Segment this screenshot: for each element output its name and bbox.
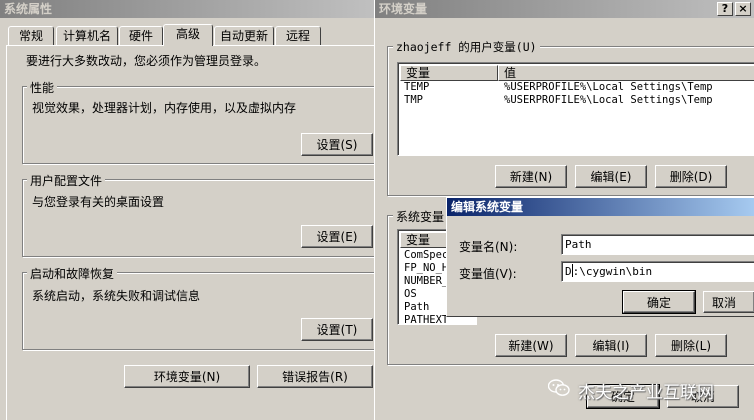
column-header-value[interactable]: 值: [498, 65, 754, 81]
performance-settings-button[interactable]: 设置(S): [301, 133, 373, 156]
environment-variables-title: 环境变量: [379, 2, 428, 16]
tab-computer-name[interactable]: 计算机名: [56, 26, 118, 46]
variable-name: NUMBER_: [404, 275, 449, 287]
environment-variables-titlebar[interactable]: 环境变量: [375, 0, 754, 18]
tab-hardware[interactable]: 硬件: [119, 26, 163, 46]
variable-name: PATHEXT: [404, 314, 449, 325]
variable-value: %USERPROFILE%\Local Settings\Temp: [504, 94, 713, 106]
edit-cancel-button[interactable]: 取消: [703, 291, 754, 313]
user-profiles-group-label: 用户配置文件: [27, 172, 106, 189]
variable-name: TEMP: [404, 81, 430, 93]
tab-advanced[interactable]: 高级: [163, 24, 213, 46]
table-row[interactable]: TMP %USERPROFILE%\Local Settings\Temp: [400, 94, 752, 107]
wechat-icon: [548, 379, 570, 396]
performance-group-label: 性能: [27, 79, 58, 96]
tab-remote[interactable]: 远程: [275, 26, 321, 46]
user-edit-button[interactable]: 编辑(E): [575, 165, 647, 188]
startup-recovery-description: 系统启动，系统失败和调试信息: [32, 289, 201, 303]
edit-system-variable-titlebar[interactable]: 编辑系统变量: [447, 198, 754, 216]
column-header-variable[interactable]: 变量: [400, 65, 498, 81]
edit-ok-button[interactable]: 确定: [622, 290, 696, 314]
variable-value: %USERPROFILE%\Local Settings\Temp: [504, 81, 713, 93]
variable-name: Path: [404, 301, 430, 313]
table-row[interactable]: TEMP %USERPROFILE%\Local Settings\Temp: [400, 81, 752, 94]
user-variables-header: 变量 值: [400, 65, 754, 81]
help-button[interactable]: ?: [717, 2, 733, 16]
system-delete-button[interactable]: 删除(L): [655, 334, 727, 357]
environment-variables-button[interactable]: 环境变量(N): [124, 365, 250, 388]
text-caret: [571, 264, 573, 277]
performance-description: 视觉效果，处理器计划，内存使用，以及虚拟内存: [32, 101, 297, 115]
variable-name-input[interactable]: Path: [561, 234, 754, 255]
user-variables-group-label: zhaojeff 的用户变量(U): [393, 39, 540, 55]
variable-name: ComSpec: [404, 249, 449, 261]
watermark-text: 杰夫之产业互联网: [578, 383, 714, 403]
close-button[interactable]: ×: [735, 2, 751, 16]
close-icon: ×: [738, 2, 748, 15]
variable-name: FP_NO_H: [404, 262, 449, 274]
variable-name: TMP: [404, 94, 423, 106]
user-profiles-description: 与您登录有关的桌面设置: [32, 195, 165, 209]
user-profiles-settings-button[interactable]: 设置(E): [301, 225, 373, 248]
variable-value-label: 变量值(V):: [459, 267, 517, 281]
variable-value-input[interactable]: D:\cygwin\bin: [561, 261, 754, 282]
user-variables-list[interactable]: 变量 值 TEMP %USERPROFILE%\Local Settings\T…: [397, 62, 754, 156]
edit-system-variable-dialog: 编辑系统变量 变量名(N): Path 变量值(V): D:\cygwin\bi…: [446, 197, 754, 317]
tab-general[interactable]: 常规: [8, 26, 54, 46]
help-icon: ?: [721, 2, 729, 15]
system-properties-window: 系统属性 常规 计算机名 硬件 高级 自动更新 远程 要进行大多数改动，您必须作…: [0, 0, 382, 420]
tab-automatic-updates[interactable]: 自动更新: [214, 26, 274, 46]
user-delete-button[interactable]: 删除(D): [655, 165, 727, 188]
variable-name-label: 变量名(N):: [459, 240, 518, 254]
startup-recovery-settings-button[interactable]: 设置(T): [301, 318, 373, 341]
system-variables-group-label: 系统变量: [393, 208, 448, 225]
startup-recovery-group-label: 启动和故障恢复: [27, 265, 118, 282]
system-properties-title: 系统属性: [4, 2, 53, 16]
system-edit-button[interactable]: 编辑(I): [575, 334, 647, 357]
system-properties-titlebar[interactable]: 系统属性: [0, 0, 374, 18]
system-new-button[interactable]: 新建(W): [495, 334, 567, 357]
admin-notice: 要进行大多数改动，您必须作为管理员登录。: [26, 54, 267, 68]
error-reporting-button[interactable]: 错误报告(R): [257, 365, 373, 388]
variable-name: OS: [404, 288, 417, 300]
user-new-button[interactable]: 新建(N): [495, 165, 567, 188]
edit-system-variable-title: 编辑系统变量: [451, 200, 524, 214]
